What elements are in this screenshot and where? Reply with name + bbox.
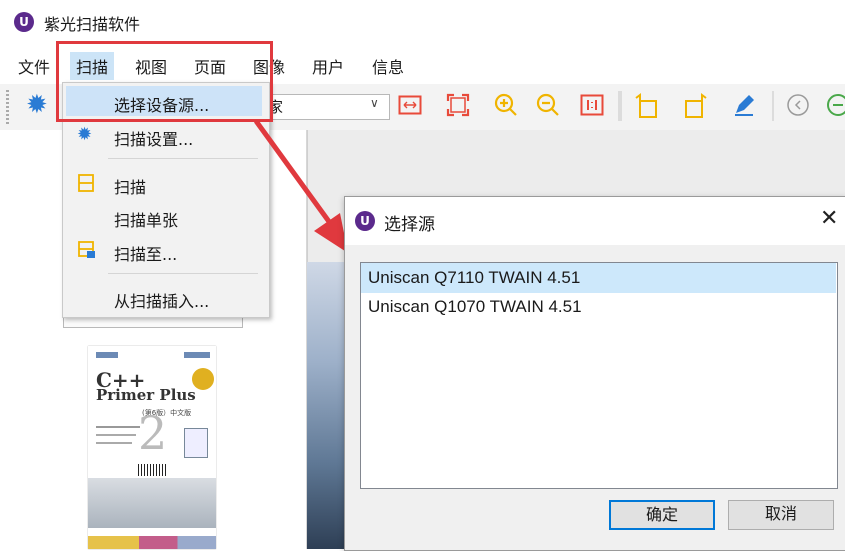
fit-width-icon[interactable] bbox=[398, 93, 422, 117]
menu-item-insert-from-scan[interactable]: 从扫描插入... bbox=[114, 288, 209, 312]
menu-item-scan-single[interactable]: 扫描单张 bbox=[114, 207, 178, 231]
previous-icon[interactable] bbox=[786, 93, 810, 117]
annotation-arrow bbox=[253, 119, 348, 253]
gear-icon: ✹ bbox=[77, 124, 93, 145]
scan-icon bbox=[78, 174, 94, 196]
small-book-image bbox=[184, 428, 208, 458]
highlight-annotation-box bbox=[56, 41, 273, 122]
scan-to-icon bbox=[78, 241, 96, 263]
menu-separator bbox=[108, 158, 258, 159]
menu-item-scan-to[interactable]: 扫描至... bbox=[114, 241, 177, 265]
fit-page-icon[interactable] bbox=[446, 93, 470, 117]
pen-edit-icon[interactable] bbox=[732, 93, 756, 117]
book-number: 2 bbox=[138, 406, 168, 460]
cover-stadium-photo bbox=[88, 478, 216, 528]
menu-item-scan-settings[interactable]: 扫描设置... bbox=[114, 126, 193, 150]
close-icon[interactable]: ✕ bbox=[820, 206, 838, 231]
dialog-app-logo-icon: U bbox=[355, 211, 375, 231]
award-badge bbox=[192, 368, 214, 390]
next-icon[interactable] bbox=[826, 93, 845, 117]
menu-user[interactable]: 用户 bbox=[306, 52, 350, 80]
app-title: 紫光扫描软件 bbox=[44, 15, 141, 34]
book-text-line bbox=[96, 426, 140, 428]
book-text-line bbox=[96, 434, 136, 436]
ok-button[interactable]: 确定 bbox=[609, 500, 715, 530]
cover-footer-band bbox=[88, 536, 216, 549]
source-list-item[interactable]: Uniscan Q7110 TWAIN 4.51 bbox=[368, 268, 580, 288]
source-list-item[interactable]: Uniscan Q1070 TWAIN 4.51 bbox=[368, 297, 582, 317]
rotate-right-icon[interactable] bbox=[684, 93, 708, 118]
book-text-line bbox=[96, 442, 132, 444]
publisher-logo bbox=[96, 352, 118, 358]
rotate-left-icon[interactable] bbox=[634, 93, 658, 118]
app-logo-icon: U bbox=[14, 12, 34, 32]
menu-file[interactable]: 文件 bbox=[12, 52, 56, 80]
page-thumbnail[interactable]: C++ Primer Plus (第6版）中文版 2 bbox=[88, 346, 216, 549]
chevron-down-icon[interactable]: ∨ bbox=[370, 96, 379, 110]
cancel-button[interactable]: 取消 bbox=[728, 500, 834, 530]
zoom-in-icon[interactable] bbox=[494, 93, 518, 117]
zoom-out-icon[interactable] bbox=[536, 93, 560, 117]
settings-gear-icon[interactable]: ✹ bbox=[26, 92, 48, 118]
toolbar-grip-handle[interactable] bbox=[6, 90, 9, 124]
menu-item-scan[interactable]: 扫描 bbox=[114, 174, 146, 198]
menu-separator bbox=[108, 273, 258, 274]
scanned-image-preview bbox=[307, 262, 347, 549]
barcode bbox=[138, 464, 166, 476]
menu-info[interactable]: 信息 bbox=[366, 52, 410, 80]
series-logo bbox=[184, 352, 210, 358]
book-title-line2: Primer Plus bbox=[96, 386, 196, 404]
dialog-title: 选择源 bbox=[384, 215, 435, 235]
toolbar-divider bbox=[618, 91, 622, 121]
actual-size-icon[interactable] bbox=[580, 93, 604, 117]
toolbar-divider bbox=[772, 91, 774, 121]
